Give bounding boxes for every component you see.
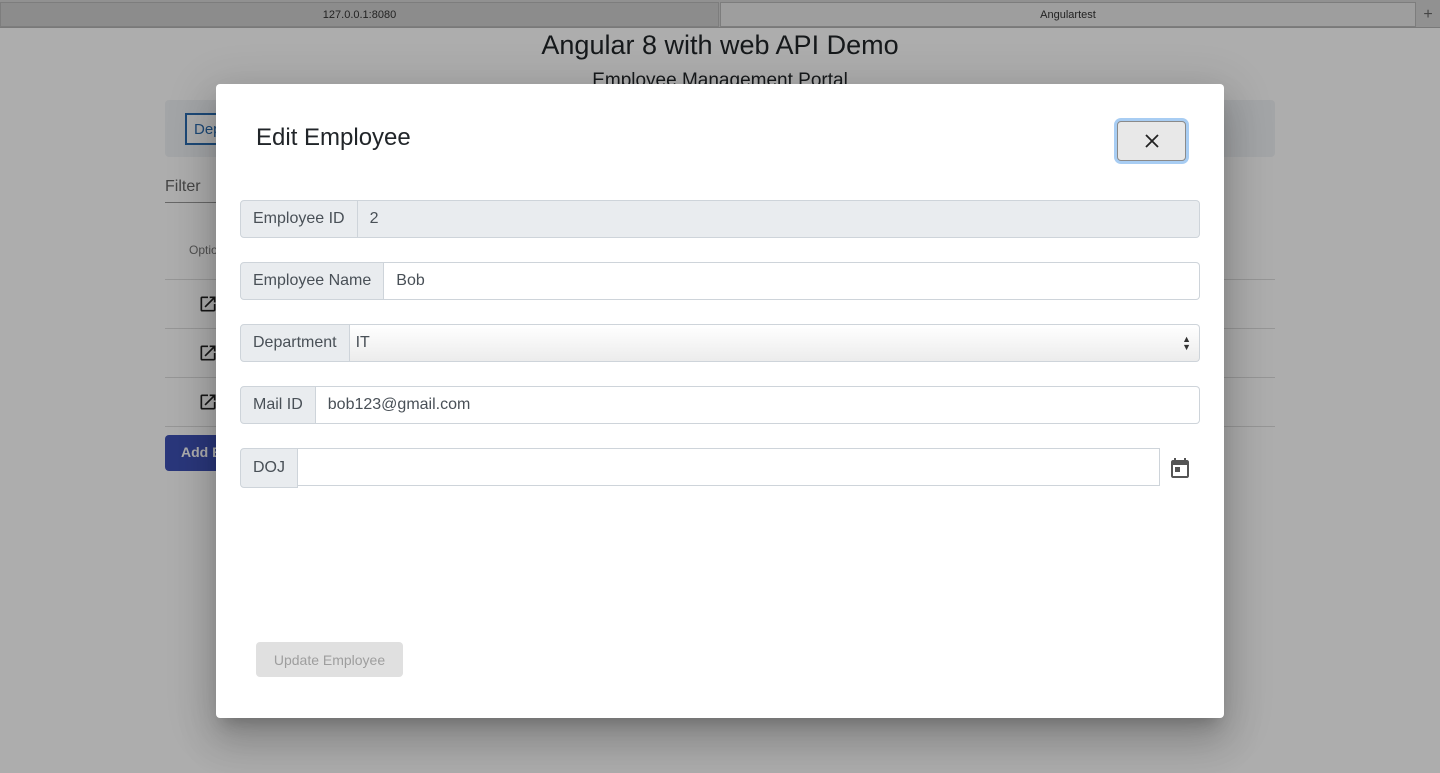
employee-id-field: Employee ID 2 bbox=[240, 200, 1200, 238]
employee-id-input: 2 bbox=[357, 200, 1200, 238]
department-label: Department bbox=[240, 324, 350, 362]
employee-name-label: Employee Name bbox=[240, 262, 385, 300]
dialog-title: Edit Employee bbox=[256, 124, 411, 151]
calendar-icon[interactable] bbox=[1168, 456, 1192, 480]
department-field: Department IT ▲ ▼ bbox=[240, 324, 1200, 362]
close-button[interactable] bbox=[1117, 121, 1186, 161]
doj-label: DOJ bbox=[240, 448, 298, 488]
close-icon bbox=[1144, 134, 1159, 148]
department-select[interactable]: IT ▲ ▼ bbox=[349, 324, 1200, 362]
mail-id-input[interactable]: bob123@gmail.com bbox=[315, 386, 1200, 424]
mail-id-label: Mail ID bbox=[240, 386, 316, 424]
doj-field: DOJ bbox=[240, 448, 1200, 488]
edit-employee-dialog: Edit Employee Employee ID 2 Employee Nam… bbox=[216, 84, 1224, 718]
doj-input[interactable] bbox=[297, 448, 1160, 486]
employee-name-field: Employee Name Bob bbox=[240, 262, 1200, 300]
employee-name-input[interactable]: Bob bbox=[384, 262, 1200, 300]
employee-id-label: Employee ID bbox=[240, 200, 358, 238]
select-arrows-icon: ▲ ▼ bbox=[1182, 334, 1191, 352]
mail-id-field: Mail ID bob123@gmail.com bbox=[240, 386, 1200, 424]
update-employee-button[interactable]: Update Employee bbox=[256, 642, 403, 677]
department-selected-value: IT bbox=[355, 334, 370, 351]
